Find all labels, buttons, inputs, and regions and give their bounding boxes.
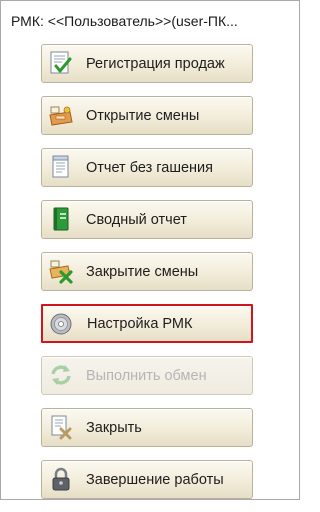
rmk-window: РМК: <<Пользователь>>(user-ПК... Регистр… [0,0,300,500]
close-button[interactable]: Закрыть [41,408,253,447]
sales-registration-button[interactable]: Регистрация продаж [41,44,253,83]
green-book-icon [48,206,74,232]
close-shift-label: Закрытие смены [86,263,199,280]
report-document-icon [48,154,74,180]
cash-register-close-icon [48,258,74,284]
cash-register-open-icon [48,102,74,128]
close-document-icon [48,414,74,440]
perform-exchange-label: Выполнить обмен [86,367,207,384]
rmk-settings-label: Настройка РМК [87,315,193,332]
shutdown-button[interactable]: Завершение работы [41,460,253,499]
summary-report-label: Сводный отчет [86,211,187,228]
report-without-reset-button[interactable]: Отчет без гашения [41,148,253,187]
shutdown-label: Завершение работы [86,471,224,488]
sales-register-icon [48,50,74,76]
close-shift-button[interactable]: Закрытие смены [41,252,253,291]
report-without-reset-label: Отчет без гашения [86,159,213,176]
window-title: РМК: <<Пользователь>>(user-ПК... [11,13,238,29]
close-label: Закрыть [86,419,142,436]
sync-arrows-icon [48,362,74,388]
open-shift-button[interactable]: Открытие смены [41,96,253,135]
open-shift-label: Открытие смены [86,107,200,124]
settings-disc-icon [49,311,75,337]
sales-registration-label: Регистрация продаж [86,55,225,72]
rmk-settings-button[interactable]: Настройка РМК [41,304,253,343]
perform-exchange-button[interactable]: Выполнить обмен [41,356,253,395]
padlock-icon [48,466,74,492]
rmk-menu: Регистрация продаж Открытие смены Отчет … [41,44,253,512]
summary-report-button[interactable]: Сводный отчет [41,200,253,239]
